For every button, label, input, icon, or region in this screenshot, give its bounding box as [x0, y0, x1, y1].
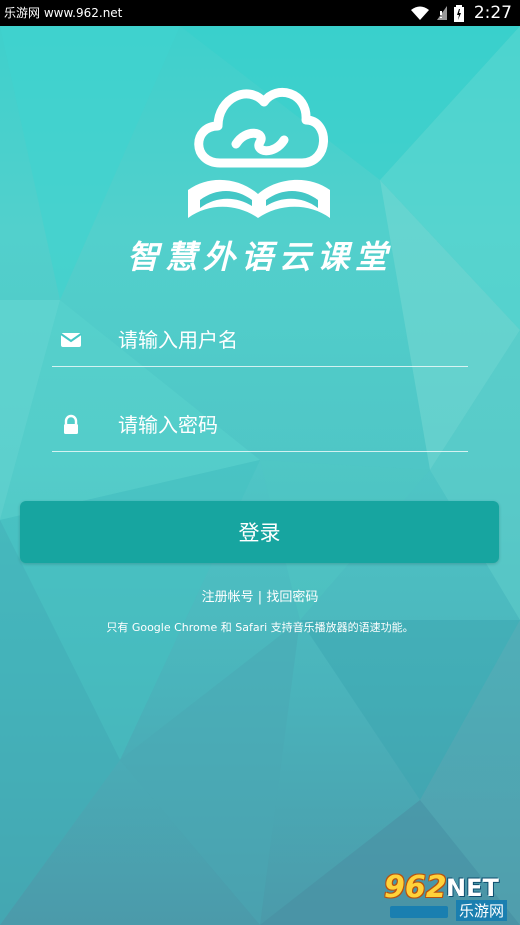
username-input[interactable] — [118, 325, 448, 355]
username-field — [52, 311, 468, 367]
watermark-bar — [390, 906, 448, 918]
status-bar: 乐游网 www.962.net 2:27 — [0, 0, 520, 26]
mail-icon — [60, 333, 82, 347]
watermark-logo: 962 NET 乐游网 — [378, 870, 518, 922]
wifi-icon — [410, 6, 429, 20]
signal-icon — [436, 6, 447, 20]
password-input[interactable] — [118, 410, 448, 440]
register-link[interactable]: 注册帐号 — [202, 590, 254, 605]
status-bar-app-text: 乐游网 www.962.net — [4, 6, 123, 20]
account-links: 注册帐号 | 找回密码 — [0, 586, 520, 605]
lock-icon — [64, 414, 78, 434]
status-bar-time: 2:27 — [473, 3, 512, 23]
app-title: 智慧外语云课堂 — [126, 238, 393, 276]
browser-support-note: 只有 Google Chrome 和 Safari 支持音乐播放器的语速功能。 — [106, 621, 414, 634]
watermark-number: 962 — [384, 870, 447, 905]
cloud-book-logo — [188, 87, 330, 218]
link-separator: | — [253, 590, 267, 605]
password-field — [52, 396, 468, 452]
watermark-site-name: 乐游网 — [456, 900, 508, 921]
battery-icon — [453, 4, 464, 22]
login-button[interactable]: 登录 — [20, 501, 499, 563]
watermark-net: NET — [446, 874, 499, 902]
forgot-password-link[interactable]: 找回密码 — [266, 590, 318, 605]
